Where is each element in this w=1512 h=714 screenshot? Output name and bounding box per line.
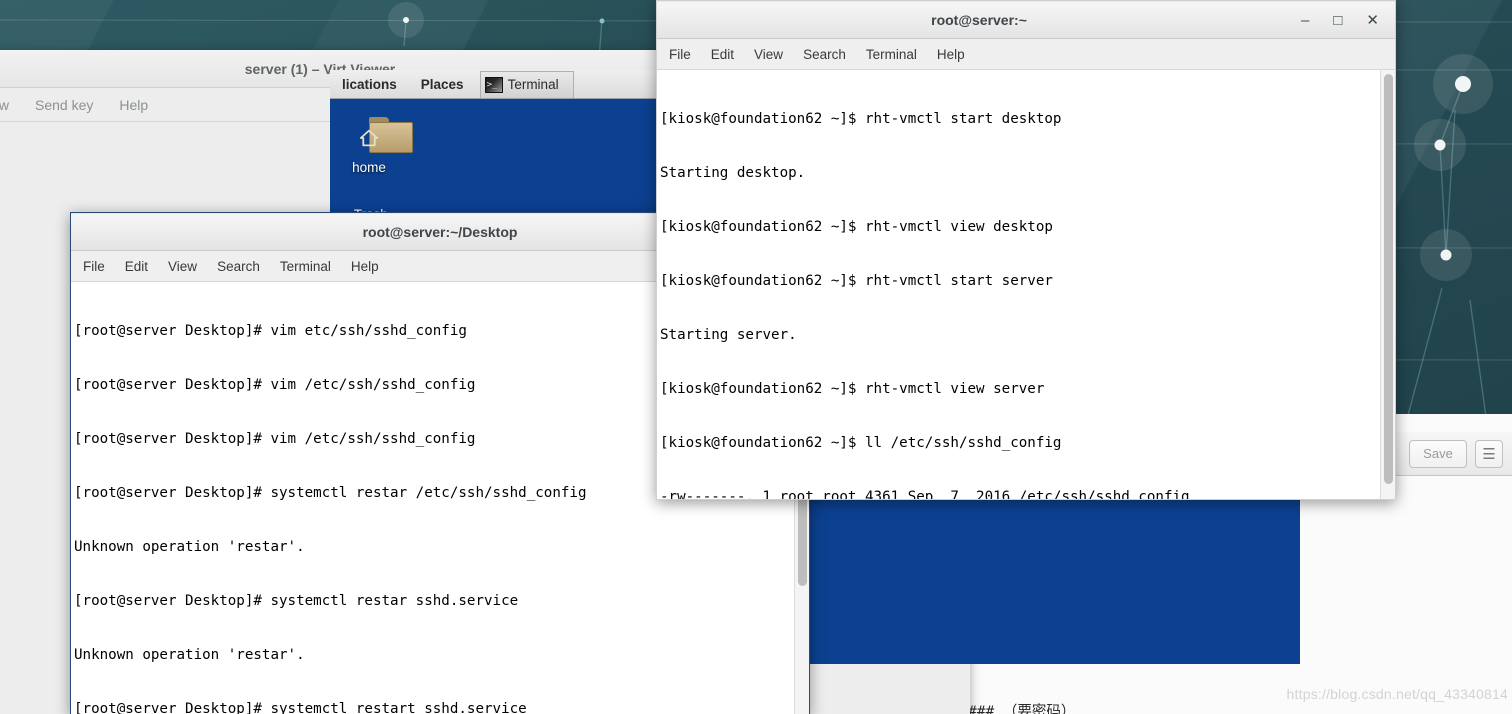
save-button[interactable]: Save (1409, 439, 1467, 468)
home-glyph-icon (359, 129, 379, 147)
terminal-line: Unknown operation 'restar'. (74, 539, 305, 555)
maximize-icon[interactable]: □ (1333, 12, 1342, 29)
terminal-line: -rw-------. 1 root root 4361 Sep 7 2016 … (660, 489, 1190, 500)
taskbar-item-terminal[interactable]: >_ Terminal (479, 70, 574, 98)
menu-file[interactable]: File (669, 47, 691, 62)
menu-edit[interactable]: Edit (125, 259, 148, 274)
menu-view[interactable]: View (168, 259, 197, 274)
menu-edit[interactable]: Edit (711, 47, 734, 62)
menu-terminal[interactable]: Terminal (280, 259, 331, 274)
scrollbar-thumb[interactable] (1384, 74, 1393, 484)
terminal-titlebar[interactable]: root@server:~ – □ ✕ (657, 1, 1395, 39)
panel-places-menu[interactable]: Places (409, 77, 476, 92)
editor-toolbar: Save ☰ (1395, 432, 1512, 476)
desktop-icon-label: home (352, 160, 386, 175)
desktop-icon-home[interactable]: home (332, 117, 406, 175)
menu-file[interactable]: File (83, 259, 105, 274)
editor-line: ### （要密码） (968, 704, 1076, 714)
menu-search[interactable]: Search (217, 259, 260, 274)
hamburger-menu-icon[interactable]: ☰ (1475, 439, 1503, 468)
watermark: https://blog.csdn.net/qq_43340814 (1286, 686, 1508, 702)
terminal-line: Unknown operation 'restar'. (74, 647, 305, 663)
terminal-scrollbar[interactable] (1380, 70, 1395, 499)
terminal-line: Starting desktop. (660, 165, 806, 181)
menu-terminal[interactable]: Terminal (866, 47, 917, 62)
menu-search[interactable]: Search (803, 47, 846, 62)
terminal-line: [kiosk@foundation62 ~]$ rht-vmctl start … (660, 111, 1062, 127)
minimize-icon[interactable]: – (1301, 12, 1309, 29)
terminal-title: root@server:~ (931, 12, 1027, 28)
menu-view[interactable]: View (754, 47, 783, 62)
virt-menu-help[interactable]: Help (119, 97, 148, 113)
terminal-line: [kiosk@foundation62 ~]$ rht-vmctl view s… (660, 381, 1045, 397)
terminal-window-root[interactable]: root@server:~ – □ ✕ File Edit View Searc… (656, 0, 1396, 500)
menu-help[interactable]: Help (351, 259, 379, 274)
terminal-icon: >_ (484, 76, 503, 93)
terminal-line: [kiosk@foundation62 ~]$ rht-vmctl start … (660, 273, 1053, 289)
terminal-menubar: File Edit View Search Terminal Help (657, 39, 1395, 70)
window-controls: – □ ✕ (1301, 11, 1395, 30)
terminal-line: Starting server. (660, 327, 797, 343)
close-icon[interactable]: ✕ (1366, 11, 1379, 29)
terminal-line: [root@server Desktop]# systemctl restart… (74, 701, 527, 714)
terminal-line: [kiosk@foundation62 ~]$ rht-vmctl view d… (660, 219, 1053, 235)
virt-menu-send-key[interactable]: Send key (35, 97, 93, 113)
terminal-output-area[interactable]: [kiosk@foundation62 ~]$ rht-vmctl start … (657, 70, 1395, 500)
screen: Save ☰ start 文件名 ### （要密码） fig server的文件… (0, 0, 1512, 714)
taskbar-item-label: Terminal (507, 77, 559, 92)
panel-applications-menu[interactable]: lications (330, 77, 409, 92)
menu-help[interactable]: Help (937, 47, 965, 62)
home-folder-icon (347, 117, 391, 153)
virt-menu-view[interactable]: iew (0, 97, 9, 113)
terminal-line: [root@server Desktop]# systemctl restar … (74, 593, 519, 609)
terminal-line: [kiosk@foundation62 ~]$ ll /etc/ssh/sshd… (660, 435, 1062, 451)
